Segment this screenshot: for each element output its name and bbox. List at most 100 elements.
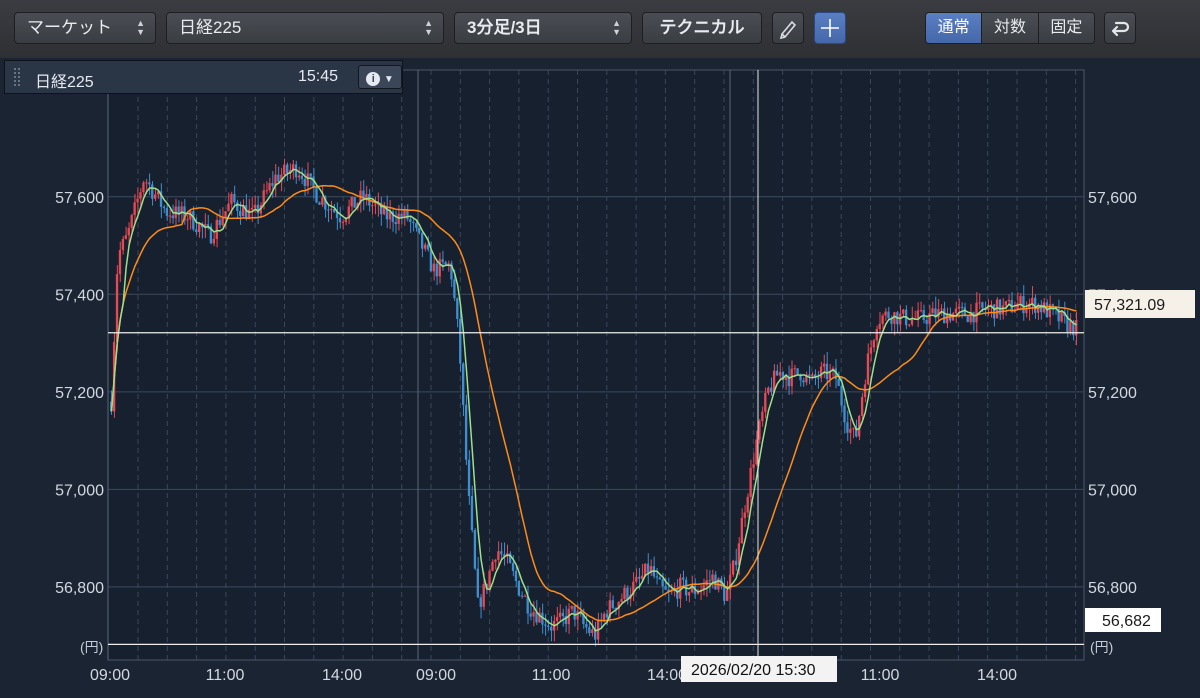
candle-body bbox=[409, 219, 412, 222]
candle-body bbox=[978, 302, 981, 304]
candle-body bbox=[195, 229, 198, 233]
candle-body bbox=[139, 192, 142, 199]
candle-body bbox=[605, 613, 609, 618]
candle-body bbox=[491, 561, 494, 571]
candle-body bbox=[849, 428, 852, 433]
candle-body bbox=[415, 223, 418, 228]
y-unit-left: (円) bbox=[80, 639, 103, 655]
draw-pencil-button[interactable] bbox=[772, 12, 804, 44]
candle-body bbox=[558, 612, 562, 617]
info-menu-button[interactable]: i ▼ bbox=[358, 65, 402, 89]
candle-body bbox=[623, 587, 626, 600]
candle-body bbox=[1025, 308, 1028, 314]
candle-body bbox=[253, 204, 257, 208]
candle-body bbox=[840, 385, 843, 406]
candle-body bbox=[822, 363, 826, 367]
candle-body bbox=[957, 306, 961, 309]
x-tick-label: 09:00 bbox=[416, 667, 456, 684]
candle-body bbox=[488, 570, 491, 589]
market-select[interactable]: マーケット ▲ ▼ bbox=[14, 12, 156, 44]
candle-body bbox=[529, 613, 532, 617]
crosshair-button[interactable] bbox=[814, 12, 846, 44]
candle-body bbox=[467, 459, 471, 497]
caret-down-icon: ▼ bbox=[383, 74, 394, 85]
y-tick-label-left: 57,600 bbox=[55, 190, 104, 207]
scale-mode-normal[interactable]: 通常 bbox=[926, 13, 983, 43]
candle-body bbox=[1022, 296, 1025, 314]
symbol-select[interactable]: 日経225 ▲ ▼ bbox=[166, 12, 444, 44]
candle-body bbox=[661, 579, 664, 587]
candle-body bbox=[482, 583, 485, 607]
candle-body bbox=[494, 559, 497, 562]
candle-body bbox=[960, 306, 963, 308]
technical-button[interactable]: テクニカル bbox=[642, 12, 762, 44]
candle-body bbox=[124, 235, 127, 239]
candle-body bbox=[585, 624, 588, 628]
candle-body bbox=[866, 353, 870, 385]
info-icon: i bbox=[366, 72, 381, 86]
candle-body bbox=[755, 439, 758, 465]
candle-body bbox=[902, 309, 905, 314]
candle-body bbox=[277, 174, 280, 182]
market-select-label: マーケット bbox=[27, 18, 112, 37]
candle-body bbox=[611, 600, 614, 608]
candle-body bbox=[775, 370, 779, 376]
candle-body bbox=[462, 363, 465, 405]
crosshair-time-label: 2026/02/20 15:30 bbox=[691, 662, 816, 679]
candle-body bbox=[576, 611, 579, 620]
candle-body bbox=[441, 259, 444, 262]
scale-mode-log[interactable]: 対数 bbox=[982, 13, 1039, 43]
y-tick-label-left: 56,800 bbox=[55, 580, 104, 597]
candle-body bbox=[300, 175, 303, 179]
candle-body bbox=[218, 219, 221, 226]
candle-body bbox=[846, 422, 849, 433]
x-tick-label: 09:00 bbox=[90, 667, 130, 684]
undo-arrow-icon bbox=[1111, 21, 1130, 37]
candle-body bbox=[227, 203, 230, 212]
y-tick-label-left: 57,000 bbox=[55, 482, 104, 499]
candle-body bbox=[142, 182, 145, 193]
candle-body bbox=[215, 219, 218, 239]
candle-body bbox=[591, 629, 594, 633]
candle-body bbox=[550, 626, 553, 631]
candle-body bbox=[981, 302, 984, 308]
candle-body bbox=[283, 164, 286, 175]
candle-body bbox=[1069, 321, 1072, 333]
candle-body bbox=[796, 368, 799, 375]
candle-body bbox=[749, 467, 752, 497]
updown-chevron-icon: ▲ ▼ bbox=[612, 18, 621, 37]
candle-body bbox=[435, 263, 438, 277]
candle-body bbox=[816, 377, 820, 379]
scale-mode-fixed[interactable]: 固定 bbox=[1038, 13, 1094, 43]
candle-body bbox=[1001, 305, 1005, 315]
candle-body bbox=[400, 213, 403, 218]
candle-body bbox=[429, 249, 433, 272]
candle-body bbox=[992, 304, 996, 319]
candle-body bbox=[374, 204, 377, 206]
x-tick-label: 14:00 bbox=[977, 667, 1017, 684]
candle-body bbox=[767, 387, 770, 393]
candle-body bbox=[523, 595, 526, 597]
candle-body bbox=[186, 219, 189, 221]
candle-body bbox=[875, 329, 878, 341]
crosshair-value-label: 57,321.09 bbox=[1094, 297, 1165, 314]
candle-body bbox=[758, 420, 761, 440]
price-chart[interactable]: 56,800 56,800 57,000 57,000 57,200 57,200 57,4… bbox=[0, 58, 1200, 698]
updown-chevron-icon: ▲ ▼ bbox=[136, 18, 145, 37]
candle-body bbox=[1019, 296, 1022, 304]
candle-body bbox=[808, 374, 811, 376]
candle-body bbox=[907, 324, 911, 326]
candle-body bbox=[573, 605, 576, 620]
candle-body bbox=[118, 250, 122, 275]
candle-body bbox=[412, 221, 415, 224]
drag-grip-icon[interactable] bbox=[13, 67, 21, 87]
candle-body bbox=[746, 496, 749, 513]
candle-body bbox=[511, 562, 515, 571]
candle-body bbox=[708, 580, 711, 582]
candle-body bbox=[497, 551, 500, 560]
info-time: 15:45 bbox=[298, 68, 339, 85]
reset-button[interactable] bbox=[1104, 12, 1136, 44]
candle-body bbox=[925, 320, 928, 324]
candle-body bbox=[884, 311, 887, 316]
interval-select[interactable]: 3分足/3日 ▲ ▼ bbox=[454, 12, 632, 44]
